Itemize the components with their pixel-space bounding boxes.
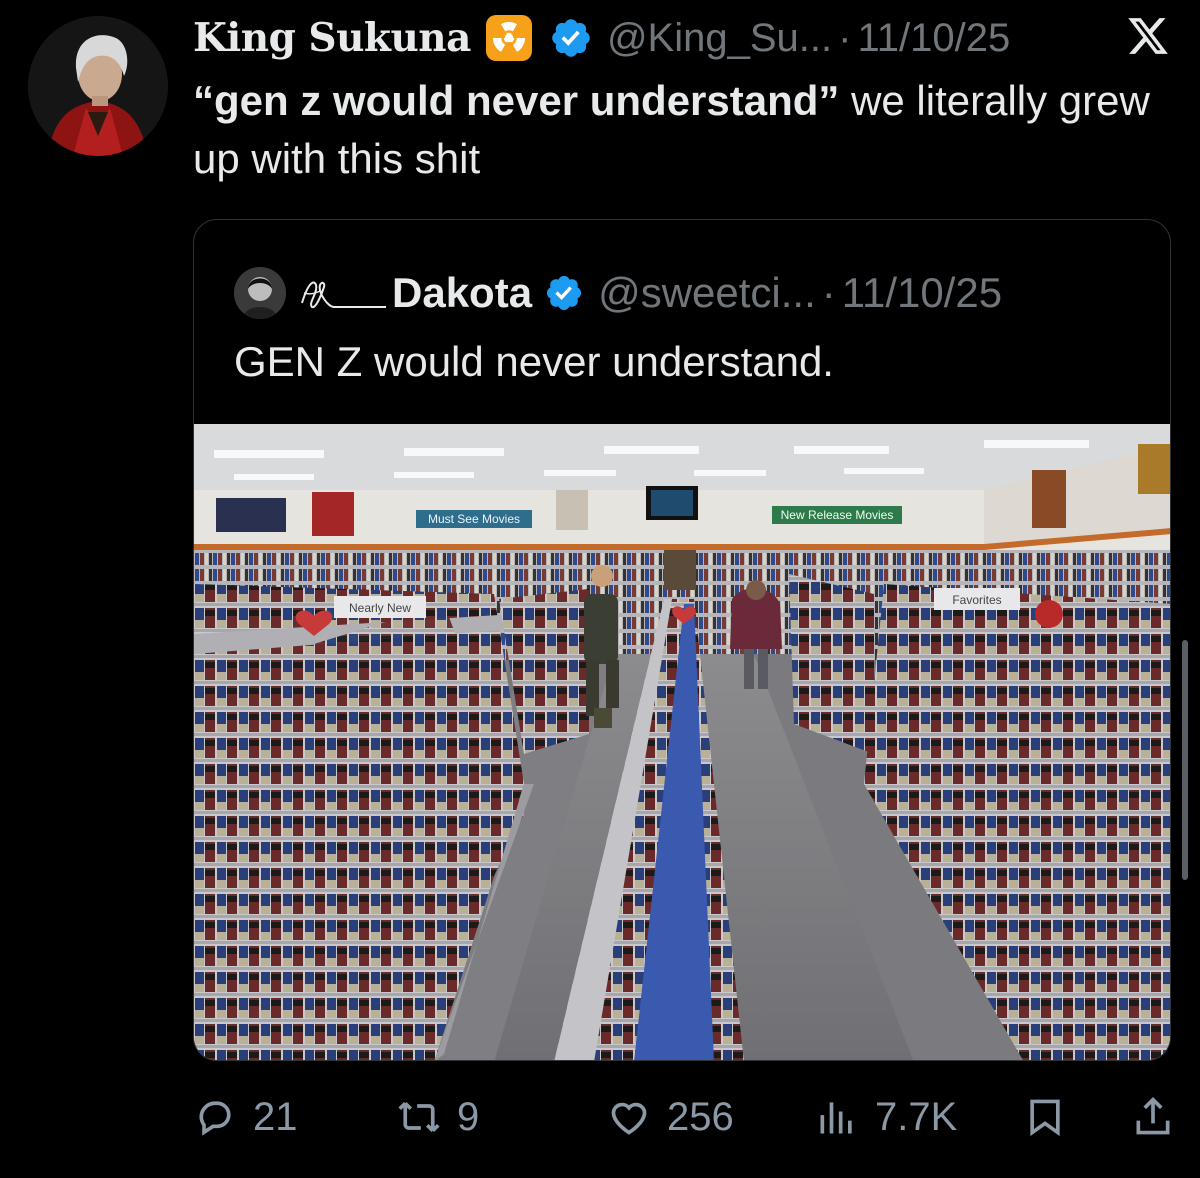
like-count: 256 [667,1094,734,1139]
bookmark-icon [1030,1099,1060,1137]
quoted-author-avatar[interactable] [234,267,286,319]
separator-dot: · [821,269,836,316]
quoted-tweet-date[interactable]: 11/10/25 [842,269,1002,317]
repost-icon [398,1101,440,1133]
shelf-tag-favorites: Favorites [952,593,1001,607]
signature-glyph-icon [301,281,386,309]
author-avatar[interactable] [28,16,168,156]
tweet-action-bar: 21 9 256 7.7K [193,1085,1173,1149]
bookmark-button[interactable] [1023,1085,1067,1149]
reply-button[interactable]: 21 [193,1085,298,1149]
quoted-tweet-header: Dakota @sweetci... · 11/10/25 [234,267,1002,319]
repost-count: 9 [457,1094,480,1139]
quoted-author-name[interactable]: Dakota [392,269,532,317]
tweet-date[interactable]: 11/10/25 [857,16,1010,61]
quoted-tweet-photo[interactable]: Must See Movies New Release Movies Nearl… [194,424,1170,1060]
reply-count: 21 [253,1094,298,1139]
verified-badge-icon [546,275,582,311]
x-logo-icon [1128,18,1168,54]
views-icon [820,1102,852,1134]
view-count: 7.7K [875,1094,958,1139]
share-icon [1136,1096,1170,1135]
reply-icon [199,1101,231,1136]
author-name[interactable]: King Sukuna [193,15,471,61]
heart-icon [611,1102,647,1135]
share-button[interactable] [1131,1085,1175,1149]
quoted-tweet-card[interactable]: Dakota @sweetci... · 11/10/25 GEN Z woul… [193,219,1171,1061]
radiation-icon [485,15,532,61]
tweet-text: “gen z would never understand” we litera… [193,72,1173,188]
quoted-author-handle[interactable]: @sweetci... [598,269,816,317]
sign-must-see: Must See Movies [428,512,520,526]
sign-new-release: New Release Movies [781,508,894,522]
repost-button[interactable]: 9 [397,1085,479,1149]
author-handle[interactable]: @King_Su... [607,16,832,61]
separator-dot: · [838,15,852,60]
like-button[interactable]: 256 [607,1085,734,1149]
verified-badge-icon [552,19,590,57]
views-button[interactable]: 7.7K [815,1085,957,1149]
tweet-text-bold: “gen z would never understand” [193,77,840,124]
shelf-tag-nearly-new: Nearly New [349,601,411,615]
tweet-header: King Sukuna @King_Su... · 11/10/25 [193,10,1170,66]
scrollbar[interactable] [1182,640,1188,880]
quoted-tweet-text: GEN Z would never understand. [234,338,834,385]
